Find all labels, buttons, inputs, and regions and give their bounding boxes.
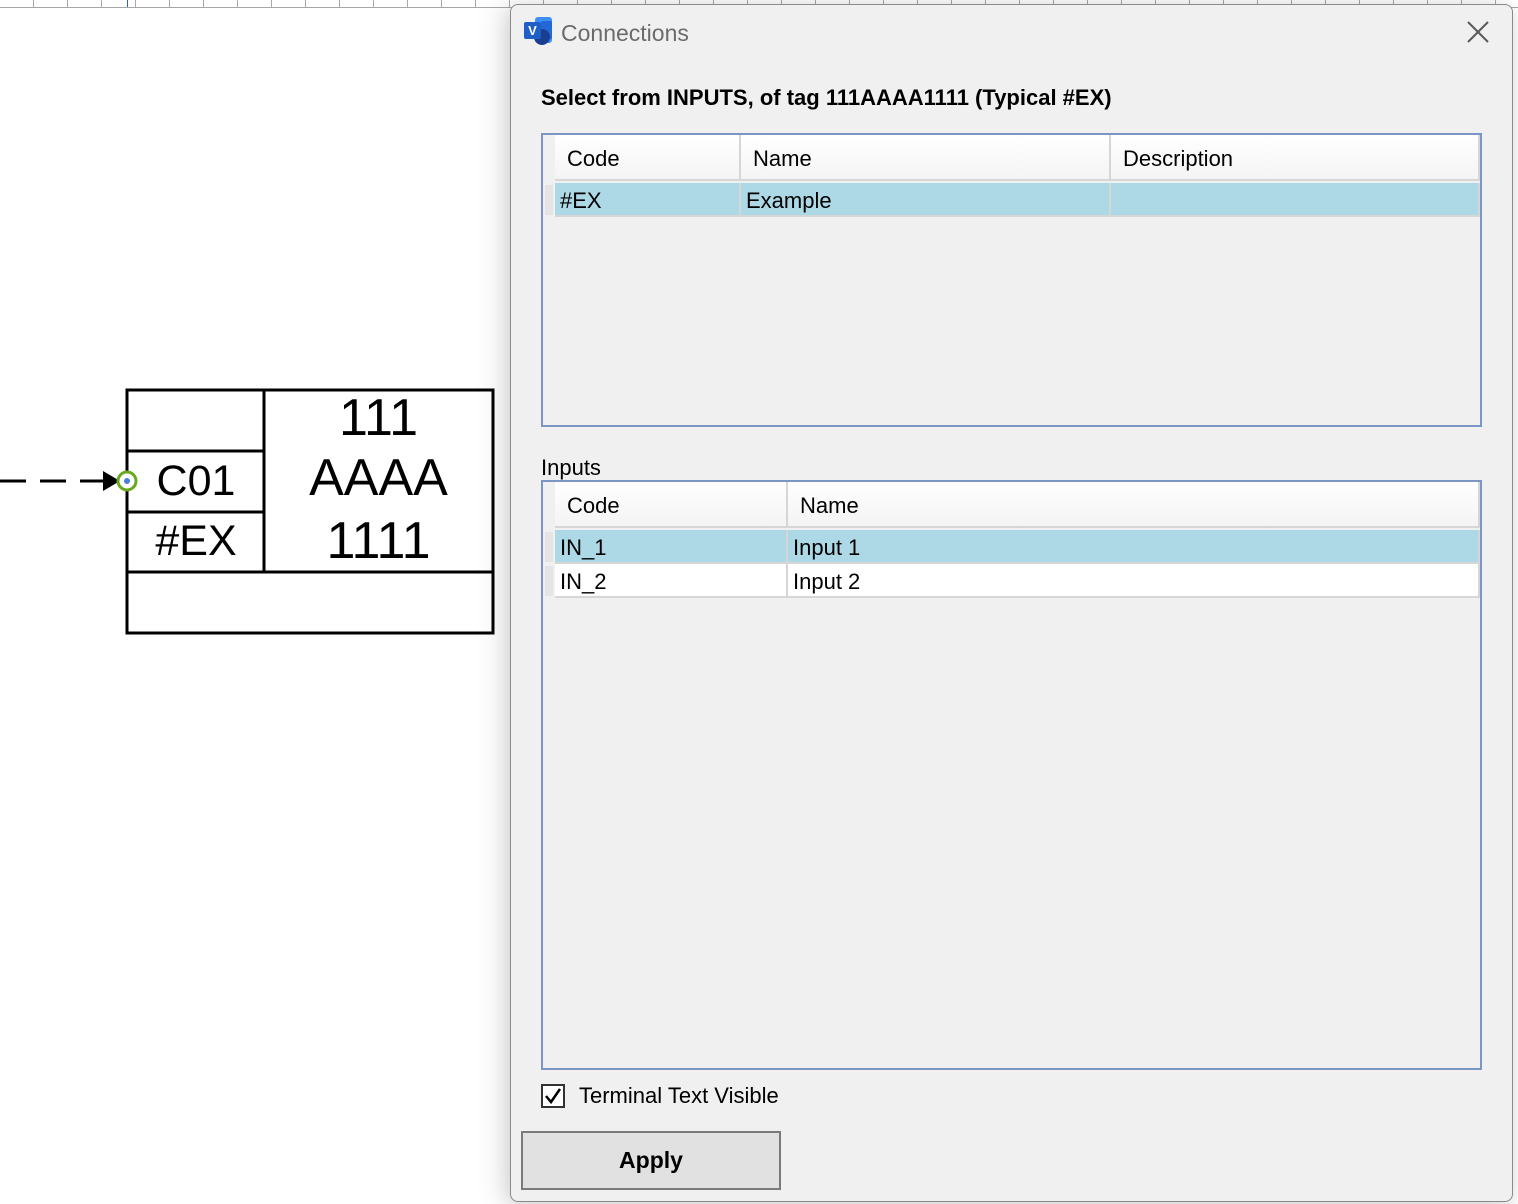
svg-text:V: V [528,23,537,38]
table-row[interactable]: #EX Example [555,183,1480,217]
dialog-titlebar[interactable]: V Connections [511,5,1512,61]
inputs-label: Inputs [541,455,601,480]
cell-code[interactable]: IN_1 [555,530,788,564]
terminal-text-visible-label: Terminal Text Visible [579,1083,779,1108]
dialog-heading: Select from INPUTS, of tag 111AAAA1111 (… [541,85,1112,110]
column-header-code[interactable]: Code [555,482,788,528]
table-row[interactable]: IN_1 Input 1 [555,530,1480,564]
cell-name[interactable]: Input 1 [788,530,1480,564]
typicals-grid[interactable]: Code Name Description #EX Example [541,133,1482,427]
shape-tag-line-1: 111 [338,389,419,447]
table-row[interactable]: IN_2 Input 2 [555,564,1480,598]
cell-description[interactable] [1111,183,1480,217]
column-header-name[interactable]: Name [741,135,1111,181]
column-header-name[interactable]: Name [788,482,1480,528]
apply-button[interactable]: Apply [521,1131,781,1190]
cell-code[interactable]: #EX [555,183,741,217]
dialog-title: Connections [561,20,689,46]
shape-typical-code: #EX [155,517,237,565]
column-header-code[interactable]: Code [555,135,741,181]
row-header[interactable] [545,566,553,596]
visio-icon: V [524,17,552,45]
shape-tag-line-2: AAAA [309,449,448,507]
close-icon[interactable] [1461,15,1495,49]
shape-bottom-cell [129,574,491,631]
cell-code[interactable]: IN_2 [555,564,788,598]
inputs-grid[interactable]: Code Name IN_1 Input 1 IN_2 Input 2 [541,480,1482,1070]
terminal-text-visible-checkbox[interactable] [541,1084,565,1108]
cell-name[interactable]: Example [741,183,1111,217]
inputs-grid-header: Code Name [555,482,1480,528]
ruler-position-marker [127,0,128,7]
connections-dialog: V Connections Select from INPUTS, of tag… [510,4,1513,1202]
row-header[interactable] [545,185,553,215]
terminal-text-visible-toggle[interactable]: Terminal Text Visible [541,1083,779,1109]
typicals-grid-header: Code Name Description [555,135,1480,181]
checkmark-icon [545,1088,562,1105]
shape-top-cell [129,392,263,450]
cell-name[interactable]: Input 2 [788,564,1480,598]
column-header-description[interactable]: Description [1111,135,1480,181]
row-header[interactable] [545,532,553,562]
shape-terminal-code: C01 [156,457,236,505]
shape-tag-line-3: 1111 [326,512,431,570]
